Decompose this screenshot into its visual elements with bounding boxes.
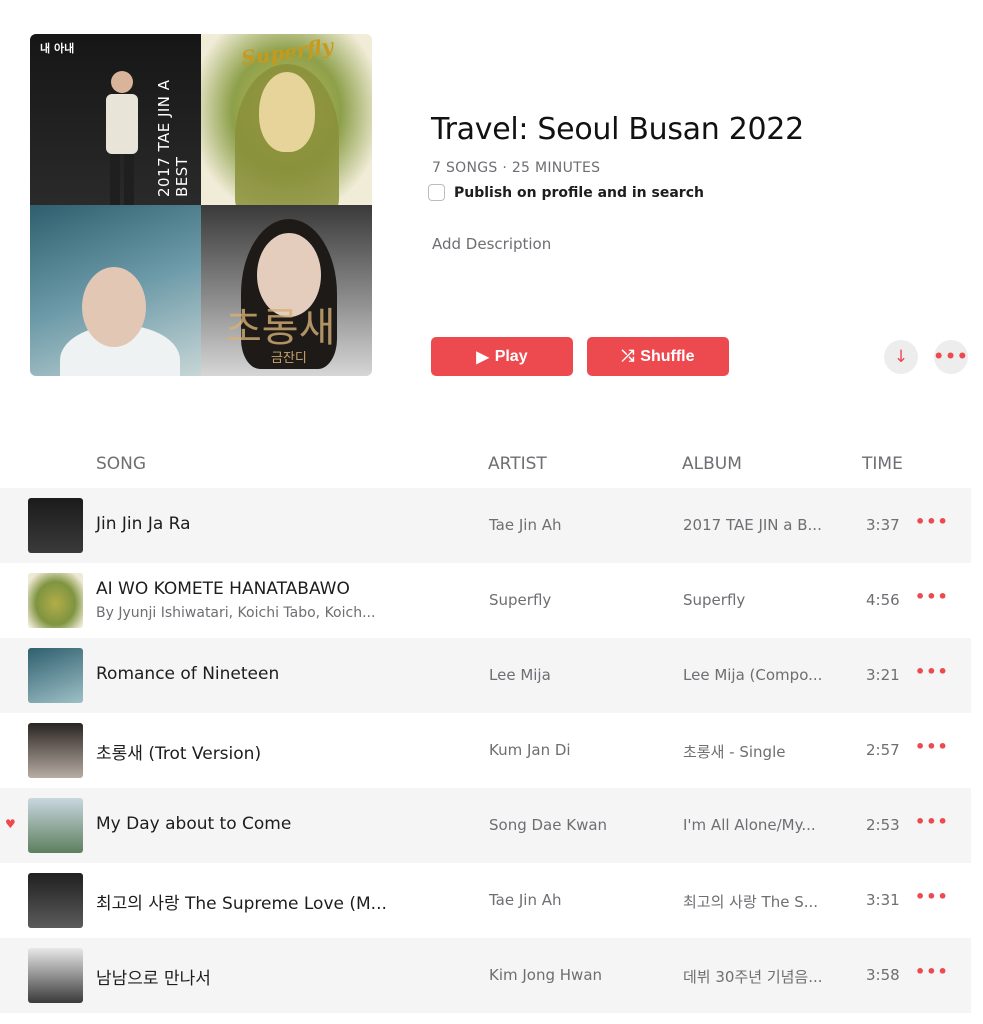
column-header-album[interactable]: ALBUM [682,454,742,474]
artwork-tile-4-signature: 초롱새 [225,305,336,351]
song-artwork [28,648,83,703]
song-album[interactable]: 최고의 사랑 The S... [683,891,818,912]
song-artist[interactable]: Tae Jin Ah [489,891,562,909]
row-more-icon[interactable]: ••• [915,737,949,756]
play-button[interactable]: ▶ Play [431,337,573,376]
song-row[interactable]: 최고의 사랑 The Supreme Love (M... Tae Jin Ah… [0,863,971,938]
song-time: 2:57 [866,741,900,759]
song-row[interactable]: ♥ My Day about to Come Song Dae Kwan I'm… [0,788,971,863]
publish-label[interactable]: Publish on profile and in search [454,185,704,201]
song-title: AI WO KOMETE HANATABAWO [96,579,350,599]
row-more-icon[interactable]: ••• [915,512,949,531]
song-album[interactable]: Lee Mija (Compo... [683,666,822,684]
shuffle-button[interactable]: ⤮ Shuffle [587,337,729,376]
playlist-meta: 7 SONGS · 25 MINUTES [432,160,601,176]
download-icon: ↓ [893,347,909,367]
song-title: Jin Jin Ja Ra [96,514,191,534]
playlist-title[interactable]: Travel: Seoul Busan 2022 [431,112,804,147]
shuffle-label: Shuffle [640,347,695,365]
song-artist[interactable]: Superfly [489,591,551,609]
row-more-icon[interactable]: ••• [915,812,949,831]
song-row[interactable]: Romance of Nineteen Lee Mija Lee Mija (C… [0,638,971,713]
artwork-face-shape [259,72,315,152]
song-time: 3:37 [866,516,900,534]
song-list: Jin Jin Ja Ra Tae Jin Ah 2017 TAE JIN a … [0,488,983,1013]
song-artist[interactable]: Kim Jong Hwan [489,966,602,984]
row-more-icon[interactable]: ••• [915,962,949,981]
song-artist[interactable]: Tae Jin Ah [489,516,562,534]
song-album[interactable]: 데뷔 30주년 기념음... [683,966,823,987]
song-row[interactable]: 남남으로 만나서 Kim Jong Hwan 데뷔 30주년 기념음... 3:… [0,938,971,1013]
shuffle-icon: ⤮ [621,347,635,365]
singer-figure-image [106,71,138,205]
loved-heart-icon[interactable]: ♥ [5,817,16,831]
column-header-artist[interactable]: ARTIST [488,454,547,474]
publish-checkbox[interactable] [428,184,445,201]
add-description-field[interactable]: Add Description [432,235,551,253]
song-time: 4:56 [866,591,900,609]
song-artwork [28,948,83,1003]
song-artist[interactable]: Lee Mija [489,666,551,684]
song-time: 3:31 [866,891,900,909]
song-title: My Day about to Come [96,814,292,834]
column-header-time[interactable]: TIME [862,454,903,474]
playlist-artwork: 내 아내 2017 TAE JIN A BEST Superfly 초롱새 금잔… [30,34,372,376]
song-time: 2:53 [866,816,900,834]
song-artwork [28,873,83,928]
more-icon: ••• [933,347,969,367]
song-album[interactable]: 2017 TAE JIN a B... [683,516,822,534]
song-artist[interactable]: Kum Jan Di [489,741,571,759]
song-time: 3:21 [866,666,900,684]
play-label: Play [494,347,528,365]
song-title: 남남으로 만나서 [96,969,211,989]
song-composers: By Jyunji Ishiwatari, Koichi Tabo, Koich… [96,605,376,621]
song-row[interactable]: 초롱새 (Trot Version) Kum Jan Di 초롱새 - Sing… [0,713,971,788]
song-artwork [28,798,83,853]
song-time: 3:58 [866,966,900,984]
artwork-tile-3 [30,205,201,376]
song-artist[interactable]: Song Dae Kwan [489,816,607,834]
column-header-song[interactable]: SONG [96,454,146,474]
song-album[interactable]: 초롱새 - Single [683,741,785,762]
publish-option[interactable]: Publish on profile and in search [428,184,704,201]
song-title: 초롱새 (Trot Version) [96,744,262,764]
download-button[interactable]: ↓ [884,340,918,374]
row-more-icon[interactable]: ••• [915,587,949,606]
row-more-icon[interactable]: ••• [915,887,949,906]
artwork-tile-4-subtitle: 금잔디 [271,351,307,366]
song-artwork [28,723,83,778]
song-row[interactable]: AI WO KOMETE HANATABAWO By Jyunji Ishiwa… [0,563,971,638]
song-album[interactable]: I'm All Alone/My... [683,816,816,834]
more-options-button[interactable]: ••• [933,340,969,374]
artwork-tile-1-title: 2017 TAE JIN A BEST [155,79,191,197]
artwork-tile-1-tag: 내 아내 [40,42,75,55]
song-table-header: SONG ARTIST ALBUM TIME [0,454,983,478]
song-artwork [28,498,83,553]
song-title: Romance of Nineteen [96,664,280,684]
song-artwork [28,573,83,628]
song-title: 최고의 사랑 The Supreme Love (M... [96,894,387,914]
artwork-tile-1: 내 아내 2017 TAE JIN A BEST [30,34,201,205]
song-album[interactable]: Superfly [683,591,745,609]
artwork-face-shape [82,267,146,347]
artwork-tile-4: 초롱새 금잔디 [201,205,372,376]
row-more-icon[interactable]: ••• [915,662,949,681]
artwork-tile-2: Superfly [201,34,372,205]
play-icon: ▶ [476,348,489,366]
song-row[interactable]: Jin Jin Ja Ra Tae Jin Ah 2017 TAE JIN a … [0,488,971,563]
